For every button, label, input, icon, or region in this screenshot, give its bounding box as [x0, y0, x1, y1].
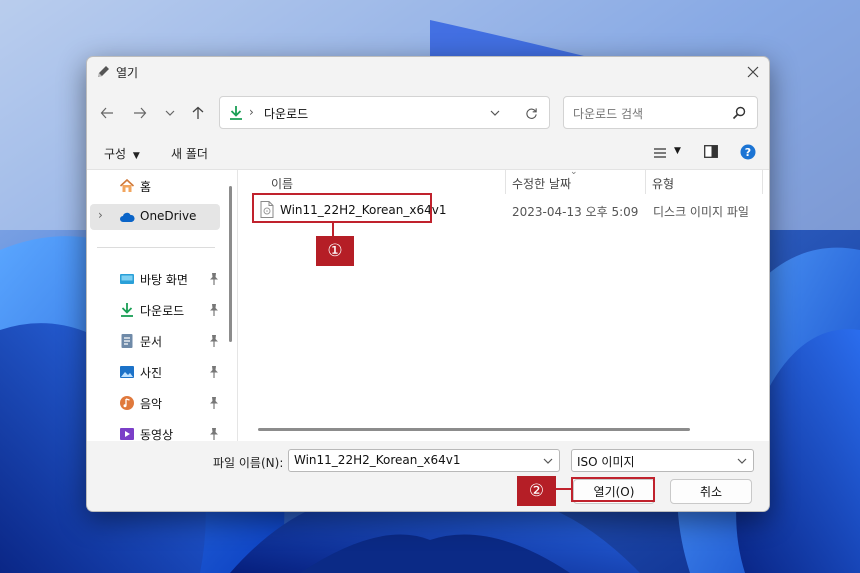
forward-button[interactable]: [129, 102, 151, 124]
filetype-value: ISO 이미지: [577, 455, 635, 469]
download-icon: [121, 303, 133, 317]
picture-icon: [120, 366, 134, 378]
sidebar-item-pictures[interactable]: 사진: [87, 359, 227, 385]
music-icon: [120, 396, 134, 410]
sidebar-item-label: 문서: [140, 335, 163, 349]
svg-text:?: ?: [745, 146, 751, 159]
cloud-icon: [120, 212, 135, 222]
horizontal-scrollbar[interactable]: [258, 428, 690, 431]
sidebar-item-label: 바탕 화면: [140, 273, 188, 287]
address-dropdown-button[interactable]: [486, 104, 504, 122]
help-button[interactable]: ?: [740, 144, 756, 160]
refresh-icon: [525, 107, 537, 119]
help-icon: ?: [740, 144, 756, 160]
list-view-icon: [654, 148, 666, 158]
search-placeholder: 다운로드 검색: [573, 107, 644, 121]
navigation-bar: › 다운로드 다운로드 검색: [87, 93, 769, 133]
column-header-date[interactable]: 수정한 날짜: [512, 175, 571, 192]
new-folder-button[interactable]: 새 폴더: [171, 145, 208, 162]
sort-chevron-icon: ⌄: [570, 167, 578, 177]
annotation-highlight-open-button: [571, 477, 655, 502]
up-button[interactable]: [187, 102, 209, 124]
sidebar-item-onedrive[interactable]: › OneDrive: [90, 204, 220, 230]
annotation-connector: [556, 488, 572, 490]
pin-icon: [210, 335, 218, 347]
sidebar-item-label: 음악: [140, 397, 163, 411]
annotation-badge-step1: ①: [316, 236, 354, 266]
sidebar-item-label: OneDrive: [140, 209, 197, 223]
organize-label: 구성: [104, 147, 127, 161]
search-box[interactable]: 다운로드 검색: [563, 96, 758, 129]
dialog-footer: 파일 이름(N): Win11_22H2_Korean_x64v1 ISO 이미…: [87, 441, 769, 511]
filename-input[interactable]: Win11_22H2_Korean_x64v1: [288, 449, 560, 472]
address-path[interactable]: 다운로드: [264, 105, 308, 122]
sidebar-scrollbar[interactable]: [229, 186, 232, 342]
desktop-icon: [120, 274, 134, 284]
sidebar-item-label: 다운로드: [140, 304, 185, 318]
chevron-down-icon[interactable]: [541, 454, 555, 468]
command-bar: 구성 ▼ 새 폴더 ▼ ?: [87, 139, 769, 167]
open-file-dialog: 열기 › 다운로드 다운로드 검색 구성 ▼ 새 폴더 ▼ ? 홈 › OneD…: [86, 56, 770, 512]
filename-value[interactable]: Win11_22H2_Korean_x64v1: [294, 453, 460, 467]
annotation-highlight-file: [252, 193, 432, 223]
sidebar-divider: [97, 247, 215, 248]
column-separator[interactable]: [505, 170, 506, 194]
title-bar: 열기: [87, 57, 769, 87]
sidebar-item-home[interactable]: 홈: [87, 173, 227, 199]
column-separator[interactable]: [762, 170, 763, 194]
preview-pane-button[interactable]: [704, 145, 720, 161]
close-button[interactable]: [741, 60, 765, 84]
pin-icon: [210, 428, 218, 440]
pin-icon: [210, 304, 218, 316]
preview-pane-icon: [704, 145, 718, 158]
annotation-connector: [332, 223, 334, 237]
sidebar-item-label: 사진: [140, 366, 163, 380]
caret-down-icon: ▼: [674, 146, 681, 156]
document-icon: [121, 334, 133, 348]
back-button[interactable]: [96, 102, 118, 124]
refresh-button[interactable]: [522, 104, 540, 122]
annotation-badge-step2: ②: [517, 476, 556, 506]
pen-icon: [98, 66, 109, 77]
search-icon: [732, 106, 746, 120]
pin-icon: [210, 273, 218, 285]
column-header-name[interactable]: 이름: [271, 175, 293, 192]
filetype-select[interactable]: ISO 이미지: [571, 449, 754, 472]
sidebar-item-label: 홈: [140, 180, 152, 194]
column-separator[interactable]: [645, 170, 646, 194]
sidebar-item-documents[interactable]: 문서: [87, 328, 227, 354]
file-modified-date: 2023-04-13 오후 5:09: [512, 205, 639, 219]
expand-chevron-icon: ›: [98, 208, 103, 222]
video-icon: [120, 428, 134, 440]
file-type: 디스크 이미지 파일: [653, 205, 749, 219]
filename-label: 파일 이름(N):: [213, 456, 284, 470]
chevron-down-icon: [490, 110, 500, 116]
sidebar-item-desktop[interactable]: 바탕 화면: [87, 266, 227, 292]
chevron-down-icon: [737, 458, 747, 464]
arrow-right-icon: [134, 107, 147, 119]
close-icon: [747, 66, 759, 78]
address-bar[interactable]: › 다운로드: [219, 96, 550, 129]
arrow-up-icon: [192, 106, 204, 119]
organize-menu[interactable]: 구성 ▼: [104, 145, 140, 162]
pin-icon: [210, 366, 218, 378]
cancel-button[interactable]: 취소: [670, 479, 752, 504]
pin-icon: [210, 397, 218, 409]
arrow-left-icon: [100, 107, 113, 119]
dialog-title: 열기: [116, 66, 139, 80]
column-header-type[interactable]: 유형: [652, 175, 674, 192]
caret-down-icon: ▼: [132, 151, 140, 161]
chevron-down-icon: [165, 110, 175, 116]
navigation-pane: 홈 › OneDrive 바탕 화면 다운로드 문서 사진 음악 동영상: [87, 170, 237, 442]
recent-locations-button[interactable]: [159, 102, 181, 124]
download-icon: [230, 106, 242, 120]
sidebar-item-music[interactable]: 음악: [87, 390, 227, 416]
sidebar-item-downloads[interactable]: 다운로드: [87, 297, 227, 323]
breadcrumb-chevron-icon: ›: [249, 105, 254, 119]
view-options-button[interactable]: ▼: [651, 145, 685, 161]
home-icon: [119, 178, 135, 192]
